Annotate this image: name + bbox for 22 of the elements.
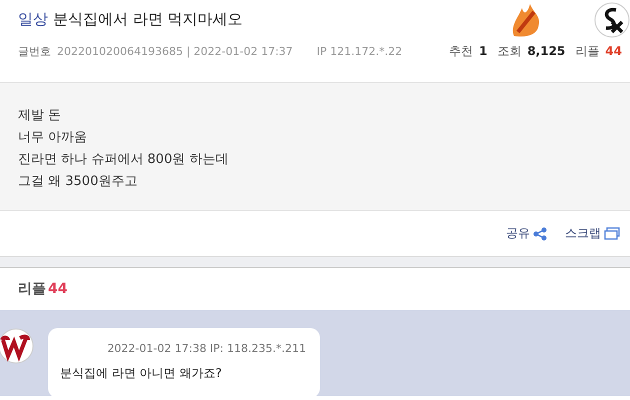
post-category[interactable]: 일상 [18, 10, 48, 29]
comment-text: 분식집에 라면 아니면 왜가죠? [60, 365, 223, 382]
post-body-line: 진라면 하나 슈퍼에서 800원 하는데 [18, 151, 230, 169]
share-icon [533, 226, 547, 240]
comment-meta: 2022-01-02 17:38 IP: 118.235.*.211 [106, 342, 306, 355]
scrap-link[interactable]: 스크랩 [565, 225, 620, 242]
replies-label: 리플 [18, 280, 46, 298]
post-stat: 조회 8,125 [497, 43, 566, 60]
post-number-label: 글번호 [18, 44, 51, 59]
post-body-line: 제발 돈 [18, 107, 62, 125]
share-link[interactable]: 공유 [506, 225, 547, 242]
post-body-line: 그걸 왜 3500원주고 [18, 173, 138, 191]
post-stat: 리플 44 [575, 43, 622, 60]
post-title: 분식집에서 라면 먹지마세오 [53, 10, 243, 29]
post-body-line: 너무 아까움 [18, 129, 88, 147]
scrap-icon [604, 227, 620, 240]
post-stat: 추천 1 [448, 43, 488, 60]
post-number-date: 202201020064193685 | 2022-01-02 17:37 [57, 45, 293, 58]
team-logo-icon [594, 2, 630, 38]
avatar-logo-icon [0, 328, 36, 364]
replies-count: 44 [48, 281, 68, 297]
post-ip: IP 121.172.*.22 [316, 45, 402, 58]
